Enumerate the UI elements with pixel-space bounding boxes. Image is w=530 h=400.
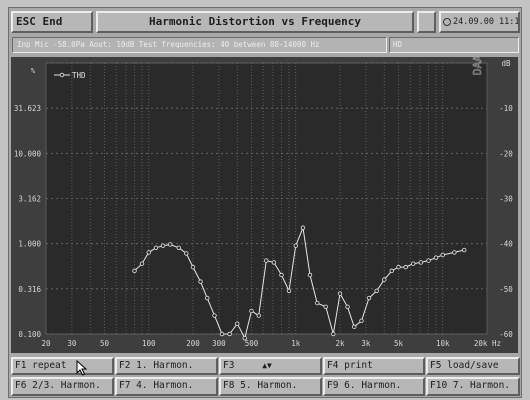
thd-data-point: [139, 261, 145, 266]
measurement-info: Inp Mic -58.0Pa Aout: 10dB Test frequenc…: [12, 37, 387, 53]
x-tick-label: 100: [142, 339, 156, 348]
f2-harmon-1-button[interactable]: F2 1. Harmon.: [115, 357, 218, 375]
thd-data-point: [205, 295, 210, 301]
y-right-tick-label: -40: [499, 240, 513, 249]
chart-area: 31.623 10.000 3.162 1.000 0.316 0.100% dB -10 -2…: [11, 48, 518, 353]
y-left-tick-label: 0.100: [18, 330, 41, 339]
thd-data-point: [271, 260, 277, 265]
f6-harmon-23-button[interactable]: F6 2/3. Harmon.: [11, 377, 114, 396]
x-tick-label: 1k: [291, 339, 301, 348]
y-right-tick-label: -10: [499, 104, 513, 113]
thd-data-point: [132, 268, 137, 274]
up-down-arrows-icon: ▲▼: [262, 361, 272, 370]
thd-data-point: [389, 268, 394, 274]
thd-data-point: [462, 247, 467, 253]
y-left-unit-label: %: [31, 67, 36, 75]
f1-repeat-button[interactable]: F1 repeat: [11, 357, 114, 375]
thd-data-point: [426, 258, 431, 263]
y-left-tick-label: 1.000: [18, 240, 41, 249]
thd-data-point: [374, 288, 379, 294]
f9-harmon-6-button[interactable]: F9 6. Harmon.: [323, 377, 425, 396]
y-right-tick-label: -60: [499, 330, 513, 339]
thd-data-point: [198, 279, 203, 284]
date-time-display: 24.09.00 11:14: [439, 11, 520, 33]
f3-arrows-button[interactable]: F3 ▲▼: [219, 357, 322, 375]
thd-data-point: [433, 255, 439, 260]
legend-marker: [59, 72, 65, 78]
thd-data-point: [300, 225, 306, 230]
thd-data-point: [160, 243, 166, 248]
thd-data-point: [411, 261, 416, 266]
thd-data-point: [418, 260, 424, 265]
f5-load-save-button[interactable]: F5 load/save: [426, 357, 520, 375]
thd-data-point: [235, 321, 240, 326]
thd-data-point: [242, 335, 247, 341]
f7-harmon-4-button[interactable]: F7 4. Harmon.: [115, 377, 218, 396]
thd-data-point: [337, 291, 343, 296]
thd-data-point: [212, 313, 217, 318]
clock-icon: [443, 17, 451, 26]
thd-data-point: [227, 331, 232, 337]
thd-data-point: [452, 250, 457, 255]
thd-data-point: [286, 288, 292, 294]
thd-data-point: [359, 318, 364, 323]
x-tick-label: 20: [41, 339, 51, 348]
x-tick-label: 300: [212, 339, 226, 348]
thd-data-point: [184, 251, 189, 256]
daas-watermark: DAAS: [471, 57, 484, 75]
thd-data-point: [190, 264, 196, 270]
x-tick-label: 30: [67, 339, 77, 348]
thd-data-point: [168, 242, 173, 247]
thd-data-point: [264, 258, 269, 263]
thd-data-point: [219, 331, 225, 337]
thd-data-point: [403, 264, 408, 270]
date-time-text: 24.09.00 11:14: [453, 17, 520, 27]
thd-data-point: [256, 313, 261, 318]
thd-chart: 31.623 10.000 3.162 1.000 0.316 0.100% dB -10 -2…: [14, 48, 513, 348]
window-title: Harmonic Distortion vs Frequency: [96, 11, 414, 33]
y-left-tick-label: 3.162: [18, 195, 41, 204]
thd-data-point: [345, 304, 350, 310]
thd-data-point: [382, 277, 387, 282]
y-right-tick-label: -20: [499, 149, 513, 158]
blank-button[interactable]: [417, 11, 436, 33]
x-tick-label: 20k Hz: [474, 339, 501, 348]
x-tick-label: 3k: [361, 339, 371, 348]
thd-data-point: [249, 308, 254, 314]
thd-data-point: [176, 245, 181, 251]
thd-data-point: [293, 243, 298, 248]
mode-field[interactable]: HD: [389, 37, 519, 53]
thd-data-point: [315, 300, 320, 306]
f10-harmon-7-button[interactable]: F10 7. Harmon.: [426, 377, 520, 396]
thd-data-point: [440, 252, 445, 258]
x-tick-label: 50: [100, 339, 110, 348]
x-tick-label: 10k: [436, 339, 450, 348]
f8-harmon-5-button[interactable]: F8 5. Harmon.: [219, 377, 322, 396]
f3-label: F3: [223, 360, 235, 371]
esc-end-button[interactable]: ESC End: [11, 11, 93, 33]
x-tick-label: 2k: [335, 339, 345, 348]
thd-data-point: [279, 272, 284, 278]
y-right-tick-label: dB: [501, 59, 511, 68]
x-tick-label: 200: [186, 339, 200, 348]
y-left-tick-label: 31.623: [14, 104, 41, 113]
thd-data-point: [153, 245, 159, 251]
y-left-tick-label: 0.316: [18, 285, 41, 294]
thd-data-point: [323, 304, 328, 310]
thd-data-point: [307, 272, 313, 278]
y-right-tick-label: -50: [499, 285, 513, 294]
thd-data-point: [331, 331, 336, 337]
thd-data-point: [146, 250, 151, 255]
y-right-tick-label: -30: [499, 195, 513, 204]
thd-data-point: [366, 295, 372, 301]
thd-data-point: [352, 324, 357, 330]
x-tick-label: 5k: [394, 339, 404, 348]
x-tick-label: 500: [245, 339, 259, 348]
f4-print-button[interactable]: F4 print: [323, 357, 425, 375]
legend-label-thd: THD: [72, 71, 86, 80]
y-left-tick-label: 10.000: [14, 149, 42, 158]
thd-data-point: [396, 264, 401, 270]
mouse-cursor-icon: [76, 360, 88, 376]
